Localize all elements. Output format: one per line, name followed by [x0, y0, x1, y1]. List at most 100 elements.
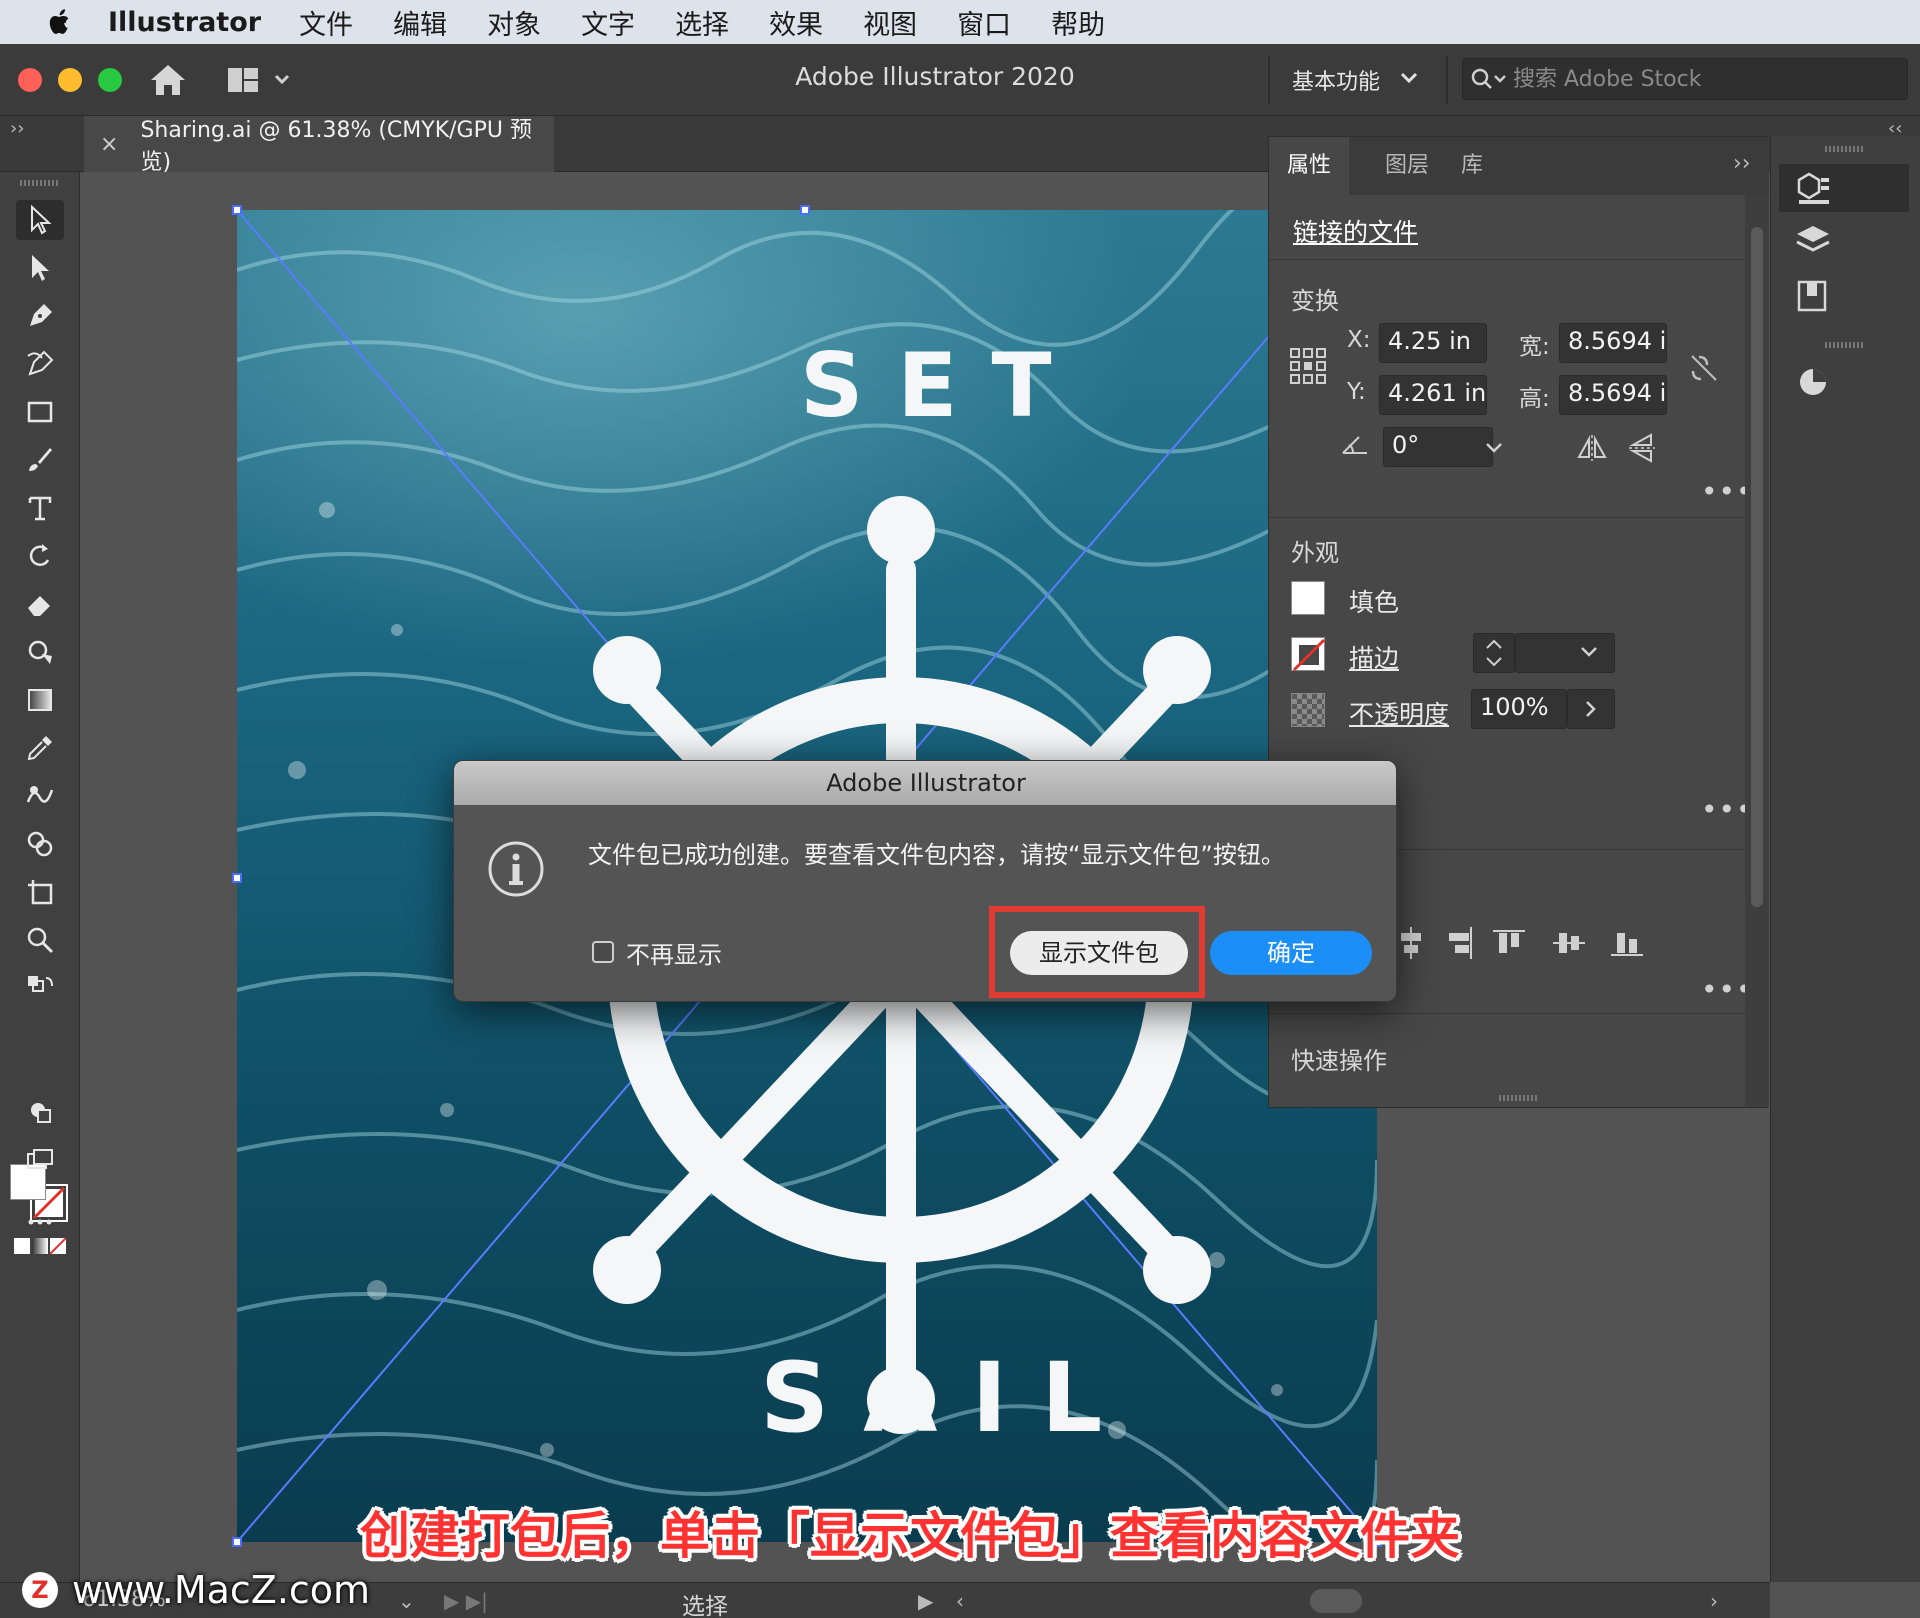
panel-resize-grip[interactable]	[1499, 1095, 1539, 1101]
eyedropper-tool-icon[interactable]	[16, 728, 64, 768]
x-position-field[interactable]: 4.25 in	[1379, 323, 1487, 363]
menu-edit[interactable]: 编辑	[393, 3, 447, 42]
menu-type[interactable]: 文字	[581, 3, 635, 42]
width-field[interactable]: 8.5694 in	[1559, 323, 1667, 363]
tab-properties[interactable]: 属性	[1269, 137, 1350, 195]
selection-handle[interactable]	[232, 205, 242, 215]
expand-tools-icon[interactable]: ››	[10, 118, 24, 139]
dont-show-again-label[interactable]: 不再显示	[626, 935, 722, 970]
opacity-label[interactable]: 不透明度	[1349, 695, 1449, 731]
home-icon[interactable]	[148, 62, 188, 98]
opacity-field[interactable]: 100%	[1471, 689, 1567, 729]
direct-selection-tool-icon[interactable]	[16, 248, 64, 288]
tools-grip[interactable]	[20, 180, 60, 186]
screen-mode-icon[interactable]	[16, 1140, 64, 1180]
zoom-window-button[interactable]	[98, 68, 122, 92]
selection-tool-icon[interactable]	[16, 200, 64, 240]
reference-point-icon[interactable]	[1289, 347, 1327, 385]
search-input[interactable]	[1513, 59, 1893, 99]
horizontal-scroll-thumb[interactable]	[1310, 1589, 1362, 1613]
rectangle-tool-icon[interactable]	[16, 392, 64, 432]
menu-window[interactable]: 窗口	[957, 3, 1011, 42]
stroke-swatch[interactable]	[1291, 637, 1326, 672]
workspace-switcher[interactable]: 基本功能	[1292, 64, 1380, 96]
pen-tool-icon[interactable]	[16, 296, 64, 336]
gradient-tool-icon[interactable]	[16, 680, 64, 720]
tab-layers[interactable]: 图层	[1367, 137, 1447, 195]
strip-grip[interactable]	[1825, 342, 1865, 348]
zoom-tool-icon[interactable]	[16, 920, 64, 960]
strip-grip[interactable]	[1825, 146, 1865, 152]
linked-file-link[interactable]: 链接的文件	[1293, 213, 1418, 249]
tab-libraries[interactable]: 库	[1443, 137, 1501, 195]
app-menu[interactable]: Illustrator	[108, 7, 261, 38]
close-tab-icon[interactable]: ×	[100, 132, 118, 157]
y-position-field[interactable]: 4.261 in	[1379, 375, 1487, 415]
align-top-icon[interactable]	[1491, 925, 1527, 961]
watermark-logo: Z	[22, 1572, 58, 1608]
stroke-weight-dropdown[interactable]	[1515, 633, 1615, 673]
align-bottom-icon[interactable]	[1609, 925, 1645, 961]
flip-horizontal-icon[interactable]	[1575, 431, 1609, 465]
flip-vertical-icon[interactable]	[1625, 431, 1659, 465]
menu-effect[interactable]: 效果	[769, 3, 823, 42]
selection-handle[interactable]	[232, 1537, 242, 1547]
rotate-tool-icon[interactable]	[16, 536, 64, 576]
dont-show-again-checkbox[interactable]	[592, 941, 614, 963]
eraser-tool-icon[interactable]	[16, 584, 64, 624]
constrain-proportions-icon[interactable]	[1687, 351, 1721, 385]
align-horizontal-center-icon[interactable]	[1393, 925, 1429, 961]
align-right-icon[interactable]	[1441, 925, 1477, 961]
properties-panel-button[interactable]	[1779, 164, 1909, 212]
layers-panel-button[interactable]	[1779, 218, 1909, 266]
drawing-mode-icon[interactable]	[16, 1092, 64, 1132]
ok-button[interactable]: 确定	[1210, 931, 1372, 975]
status-menu-icon[interactable]: ▶	[918, 1589, 933, 1613]
scroll-left-icon[interactable]: ‹	[956, 1589, 964, 1613]
rotate-angle-icon	[1342, 436, 1367, 454]
paintbrush-tool-icon[interactable]	[16, 440, 64, 480]
close-window-button[interactable]	[18, 68, 42, 92]
puppet-warp-tool-icon[interactable]	[16, 632, 64, 672]
stroke-weight-stepper[interactable]	[1473, 633, 1515, 673]
fill-swatch[interactable]	[1291, 581, 1325, 615]
chevron-down-icon[interactable]: ⌄	[398, 1589, 415, 1613]
menu-view[interactable]: 视图	[863, 3, 917, 42]
previous-artboard-icon[interactable]: ▶ ▶|	[444, 1589, 488, 1613]
selection-handle[interactable]	[232, 873, 242, 883]
tutorial-caption: 创建打包后，单击「显示文件包」查看内容文件夹	[360, 1507, 1460, 1565]
type-tool-icon[interactable]	[16, 488, 64, 528]
opacity-swatch[interactable]	[1291, 693, 1325, 727]
edit-toolbar-icon[interactable]	[16, 1202, 64, 1242]
menu-help[interactable]: 帮助	[1051, 3, 1105, 42]
libraries-panel-button[interactable]	[1779, 272, 1909, 320]
minimize-window-button[interactable]	[58, 68, 82, 92]
stock-search-box[interactable]	[1462, 58, 1908, 100]
height-field[interactable]: 8.5694 in	[1559, 375, 1667, 415]
appearance-section-title: 外观	[1291, 539, 1339, 567]
apple-logo-icon[interactable]	[40, 5, 80, 39]
document-tab[interactable]: × Sharing.ai @ 61.38% (CMYK/GPU 预览)	[84, 116, 554, 175]
curvature-tool-icon[interactable]	[16, 344, 64, 384]
scroll-right-icon[interactable]: ›	[1710, 1589, 1718, 1613]
stroke-label[interactable]: 描边	[1349, 639, 1399, 675]
scroll-thumb[interactable]	[1751, 227, 1763, 907]
menu-file[interactable]: 文件	[299, 3, 353, 42]
panel-scrollbar[interactable]	[1745, 195, 1769, 1107]
selection-handle[interactable]	[800, 205, 810, 215]
swap-colors-icon[interactable]	[16, 968, 64, 1008]
shape-builder-tool-icon[interactable]	[16, 824, 64, 864]
arrange-documents-icon[interactable]	[226, 64, 296, 96]
menu-select[interactable]: 选择	[675, 3, 729, 42]
color-theme-panel-button[interactable]	[1779, 356, 1909, 404]
align-vertical-center-icon[interactable]	[1551, 925, 1587, 961]
blend-tool-icon[interactable]	[16, 776, 64, 816]
menu-object[interactable]: 对象	[487, 3, 541, 42]
status-mode-label[interactable]: 选择	[682, 1587, 728, 1618]
artboard-tool-icon[interactable]	[16, 872, 64, 912]
panel-menu-icon[interactable]: ››	[1733, 151, 1751, 176]
opacity-expand-button[interactable]	[1567, 689, 1615, 729]
title-bar: Adobe Illustrator 2020 基本功能	[0, 44, 1920, 116]
chevron-down-icon[interactable]	[1400, 72, 1418, 84]
chevron-down-icon[interactable]	[1477, 431, 1511, 465]
